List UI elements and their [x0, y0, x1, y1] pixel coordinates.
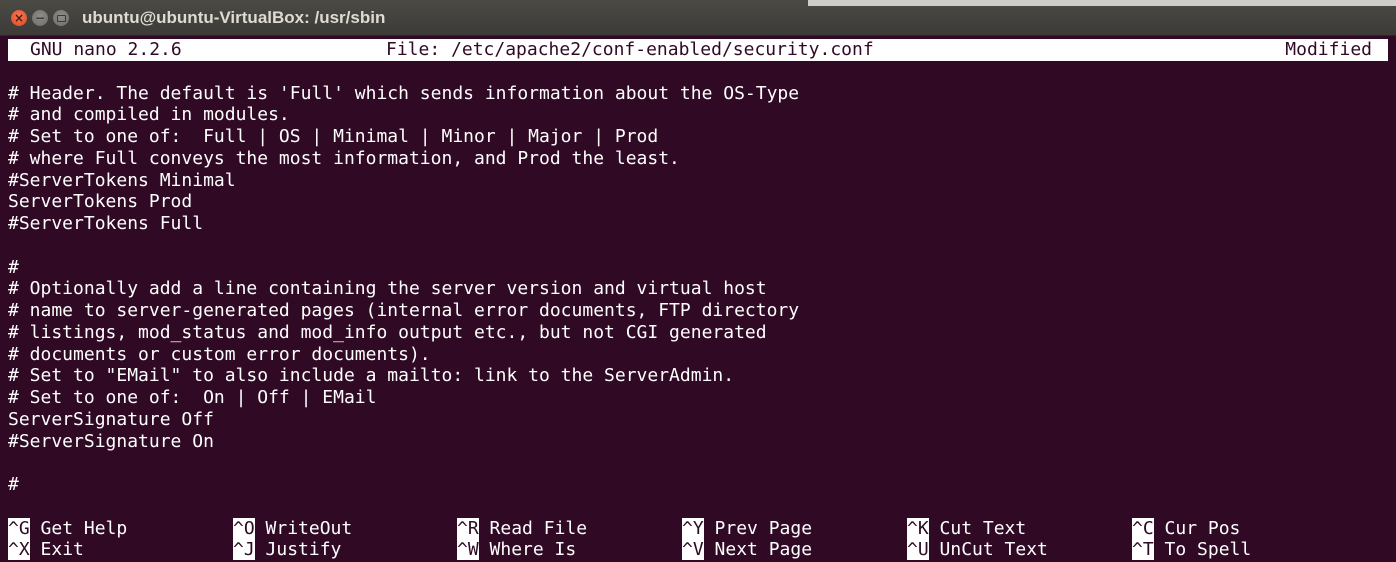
nano-modified-status: Modified [1285, 39, 1372, 60]
shortcut-label: To Spell [1153, 539, 1252, 561]
buffer-line[interactable]: # documents or custom error documents). [8, 344, 1388, 366]
buffer-line[interactable]: ServerSignature Off [8, 409, 1388, 431]
nano-title-bar: GNU nano 2.2.6 File: /etc/apache2/conf-e… [8, 39, 1388, 61]
minimize-icon: − [34, 11, 46, 25]
shortcut-label: WriteOut [254, 517, 353, 539]
shortcut-key: ^Y [682, 517, 704, 539]
window-title: ubuntu@ubuntu-VirtualBox: /usr/sbin [82, 8, 386, 27]
shortcut-read-file[interactable]: ^R Read File [457, 517, 588, 540]
buffer-line[interactable] [8, 61, 1388, 83]
shortcut-label: Get Help [29, 517, 128, 539]
shortcut-to-spell[interactable]: ^T To Spell [1132, 539, 1251, 561]
shortcut-key: ^G [8, 517, 30, 539]
shortcut-label: Next Page [703, 539, 813, 561]
shortcut-prev-page[interactable]: ^Y Prev Page [682, 517, 813, 540]
shortcut-get-help[interactable]: ^G Get Help [8, 517, 128, 540]
shortcut-key: ^K [907, 517, 929, 539]
window-titlebar[interactable]: × − ubuntu@ubuntu-VirtualBox: /usr/sbin [0, 0, 1396, 36]
nano-editor[interactable]: GNU nano 2.2.6 File: /etc/apache2/conf-e… [8, 39, 1388, 561]
shortcut-where-is[interactable]: ^W Where Is [457, 539, 576, 561]
buffer-line[interactable]: #ServerSignature On [8, 431, 1388, 453]
shortcut-key: ^U [907, 539, 929, 561]
text-buffer[interactable]: # Header. The default is 'Full' which se… [8, 61, 1388, 518]
shortcut-exit[interactable]: ^X Exit [8, 539, 84, 561]
buffer-line[interactable]: # and compiled in modules. [8, 104, 1388, 126]
shortcut-label: Where Is [478, 539, 577, 561]
shortcut-key: ^O [233, 517, 255, 539]
minimize-window-button[interactable]: − [32, 10, 48, 26]
nano-version: GNU nano 2.2.6 [30, 39, 182, 60]
shortcut-label: UnCut Text [928, 539, 1048, 561]
shortcut-cut-text[interactable]: ^K Cut Text [907, 517, 1027, 540]
shortcut-uncut-text[interactable]: ^U UnCut Text [907, 539, 1048, 561]
shortcut-cur-pos[interactable]: ^C Cur Pos [1132, 517, 1241, 540]
maximize-window-button[interactable] [53, 10, 69, 26]
buffer-line[interactable]: # Set to one of: Full | OS | Minimal | M… [8, 126, 1388, 148]
background-toolbar-strip [808, 0, 1396, 6]
buffer-line[interactable]: # Optionally add a line containing the s… [8, 278, 1388, 300]
shortcut-key: ^R [457, 517, 479, 539]
buffer-line[interactable]: # name to server-generated pages (intern… [8, 300, 1388, 322]
buffer-line[interactable]: # Set to one of: On | Off | EMail [8, 387, 1388, 409]
shortcut-key: ^X [8, 539, 30, 561]
shortcut-next-page[interactable]: ^V Next Page [682, 539, 812, 561]
shortcut-key: ^T [1132, 539, 1154, 561]
buffer-line[interactable]: #ServerTokens Minimal [8, 170, 1388, 192]
buffer-line[interactable]: # [8, 257, 1388, 279]
shortcut-bar: ^G Get Help ^O WriteOut ^R Read File ^Y Pre… [8, 517, 1388, 562]
shortcut-label: Cut Text [928, 517, 1027, 539]
buffer-line[interactable]: ServerTokens Prod [8, 191, 1388, 213]
shortcut-justify[interactable]: ^J Justify [233, 539, 341, 561]
buffer-line[interactable]: # [8, 474, 1388, 496]
shortcut-key: ^V [682, 539, 704, 561]
buffer-line[interactable]: # where Full conveys the most informatio… [8, 148, 1388, 170]
shortcut-label: Justify [254, 539, 342, 561]
shortcut-key: ^C [1132, 517, 1154, 539]
shortcut-label: Exit [29, 539, 84, 561]
buffer-line[interactable] [8, 496, 1388, 518]
shortcut-label: Cur Pos [1153, 517, 1241, 539]
buffer-line[interactable]: #ServerTokens Full [8, 213, 1388, 235]
shortcut-key: ^J [233, 539, 255, 561]
buffer-line[interactable] [8, 235, 1388, 257]
close-icon: × [13, 11, 25, 25]
shortcut-label: Read File [478, 517, 588, 539]
shortcut-key: ^W [457, 539, 479, 561]
buffer-line[interactable]: # Set to "EMail" to also include a mailt… [8, 365, 1388, 387]
buffer-line[interactable] [8, 452, 1388, 474]
shortcut-label: Prev Page [703, 517, 813, 539]
buffer-line[interactable]: # listings, mod_status and mod_info outp… [8, 322, 1388, 344]
shortcut-writeout[interactable]: ^O WriteOut [233, 517, 353, 540]
close-window-button[interactable]: × [11, 10, 27, 26]
buffer-line[interactable]: # Header. The default is 'Full' which se… [8, 83, 1388, 105]
nano-file-name: File: /etc/apache2/conf-enabled/security… [386, 39, 874, 60]
